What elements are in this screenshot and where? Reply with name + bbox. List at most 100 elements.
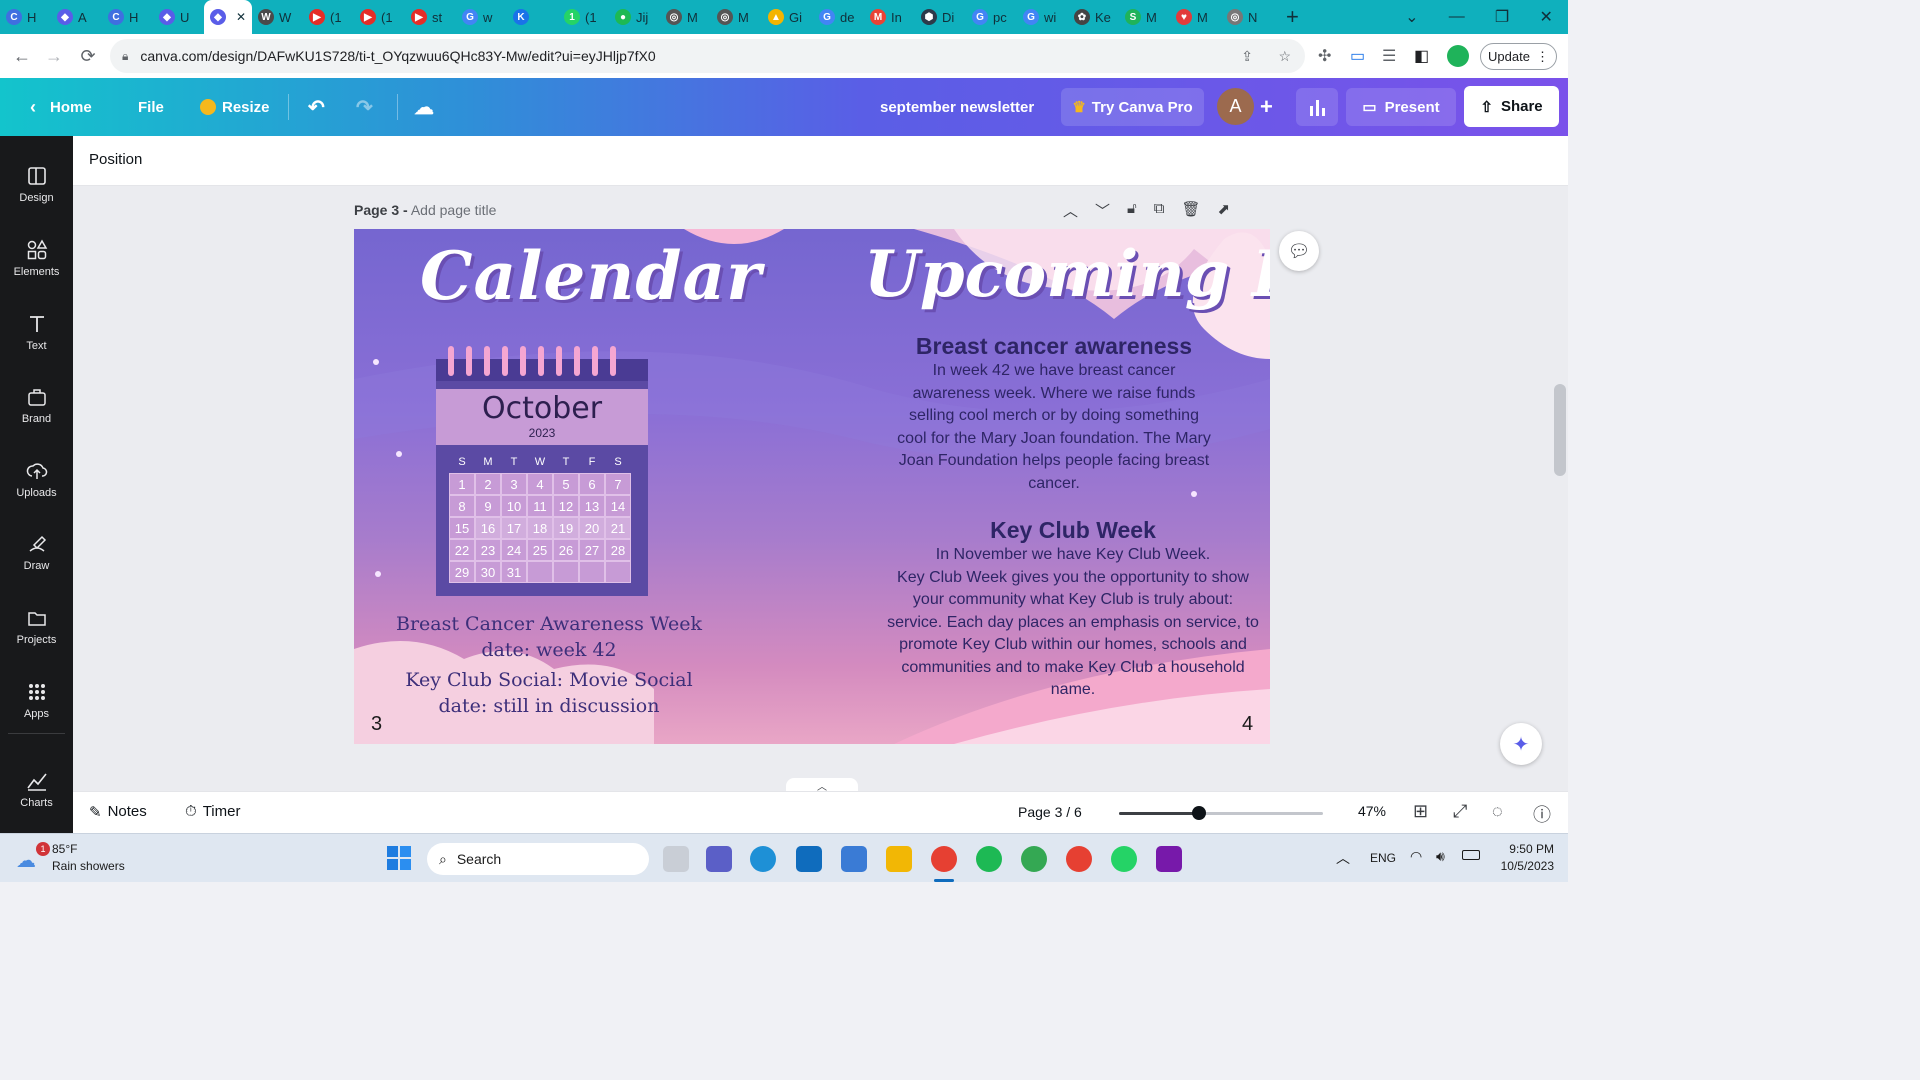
maximize-icon[interactable]: ❐ [1495,7,1509,27]
calendar-notes[interactable]: Breast Cancer Awareness Week date: week … [354,611,744,719]
tab-search-icon[interactable]: ⌄ [1405,7,1418,27]
browser-tab[interactable]: ◎ N [1221,0,1272,34]
calendar-heading[interactable]: Calendar [420,237,762,315]
store-icon[interactable] [841,846,867,872]
file-explorer-icon[interactable] [886,846,912,872]
event-breast-cancer[interactable]: Breast cancer awareness In week 42 we ha… [884,333,1224,495]
browser-tab[interactable]: ▲ Gi [762,0,813,34]
edge-icon[interactable] [750,846,776,872]
chrome-icon[interactable] [931,846,957,872]
rail-item-elements[interactable]: Elements [0,224,73,292]
new-tab-button[interactable]: + [1286,4,1299,30]
zoom-slider[interactable] [1119,806,1323,820]
fullscreen-icon[interactable]: ⤢ [1453,801,1467,822]
browser-tab[interactable]: M In [864,0,915,34]
cloud-saved-icon[interactable]: ☁ [414,78,434,136]
duplicate-page-icon[interactable]: ⧉ [1154,200,1165,221]
browser-tab[interactable]: Gpc [966,0,1017,34]
task-view-icon[interactable] [663,846,689,872]
browser-tab[interactable]: Gwi [1017,0,1068,34]
check-icon[interactable]: ◌ [1492,801,1503,822]
add-page-icon[interactable]: ⬈ [1218,200,1231,221]
timer-button[interactable]: ⏱︎ Timer [185,803,240,820]
clock-date[interactable]: 10/5/2023 [1486,859,1554,873]
rail-item-brand[interactable]: Brand [0,371,73,439]
battery-icon[interactable] [1462,850,1480,860]
browser-tab[interactable]: Gde [813,0,864,34]
chrome-profile-icon[interactable] [1021,846,1047,872]
browser-tab[interactable]: ▶ st [405,0,456,34]
wifi-icon[interactable]: ◠ [1410,848,1422,865]
browser-tab[interactable]: ◆ ✕ [204,0,252,34]
update-button[interactable]: Update ⋮ [1480,43,1557,70]
rail-item-uploads[interactable]: Uploads [0,445,73,513]
browser-tab[interactable]: K [507,0,558,34]
clock-time[interactable]: 9:50 PM [1490,842,1554,856]
back-icon[interactable]: ← [6,40,38,72]
spotify-icon[interactable] [976,846,1002,872]
resize-button[interactable]: Resize [200,78,270,136]
grid-view-icon[interactable]: ⊞ [1413,801,1428,822]
magic-assistant-icon[interactable]: ✦ [1500,723,1542,765]
reading-list-icon[interactable]: ☰ [1382,46,1396,66]
browser-tab[interactable]: SM [1119,0,1170,34]
undo-icon[interactable]: ↶ [308,78,325,136]
browser-tab[interactable]: ▶ (1 [354,0,405,34]
zoom-percent[interactable]: 47% [1347,803,1397,819]
upcoming-events-heading[interactable]: Upcoming Events [864,237,1270,312]
browser-tab[interactable]: ◆ A [51,0,102,34]
expand-pages-icon[interactable]: ︿ [786,778,858,791]
browser-tab[interactable]: ◎ M [711,0,762,34]
browser-tab[interactable]: CH [0,0,51,34]
teams-icon[interactable] [706,846,732,872]
forward-icon[interactable]: → [38,40,70,72]
help-icon[interactable]: ⓘ [1533,801,1551,827]
add-comment-icon[interactable]: 💬︎ [1279,231,1319,271]
add-collaborator-icon[interactable]: + [1260,78,1273,136]
url-bar[interactable]: 🔒︎ canva.com/design/DAFwKU1S728/ti-t_OYq… [110,39,1305,73]
browser-tab[interactable]: Gw [456,0,507,34]
calendar-graphic[interactable]: October 2023 SMTWTFS 1 2 3 4 5 6 7 8 9 10 11 12 13 14… [436,346,648,596]
position-button[interactable]: Position [89,151,142,168]
language-indicator[interactable]: ENG [1370,851,1396,865]
file-menu-button[interactable]: File [138,78,164,136]
windows-start-icon[interactable] [387,846,411,870]
event-key-club-week[interactable]: Key Club Week In November we have Key Cl… [884,517,1262,702]
redo-icon[interactable]: ↷ [356,78,373,136]
present-button[interactable]: ▭ Present [1346,88,1456,126]
browser-tab[interactable]: CH [102,0,153,34]
try-canva-pro-button[interactable]: ♛ Try Canva Pro [1061,88,1204,126]
move-page-up-icon[interactable]: ︿ [1063,200,1078,221]
share-page-icon[interactable]: ⇪ [1241,48,1253,65]
design-page[interactable]: Calendar Upcoming Events October 2023 SM… [354,229,1270,744]
reload-icon[interactable]: ⟳ [72,40,104,72]
close-window-icon[interactable]: ✕ [1539,7,1552,27]
browser-tab[interactable]: ◎ M [660,0,711,34]
page-title-input[interactable]: Add page title [411,202,497,218]
insights-icon[interactable] [1296,88,1338,126]
onenote-icon[interactable] [1156,846,1182,872]
close-tab-icon[interactable]: ✕ [236,10,246,24]
user-avatar[interactable]: A [1217,88,1254,125]
notes-button[interactable]: ✎ Notes [89,803,147,821]
chrome-profile-icon[interactable] [1066,846,1092,872]
volume-icon[interactable]: 🔊︎ [1436,848,1445,865]
zoom-slider-handle[interactable] [1191,806,1206,820]
rail-item-text[interactable]: Text [0,298,73,366]
extensions-icon[interactable]: ✣ [1318,46,1331,66]
share-button[interactable]: ⇧ Share [1464,86,1559,127]
rail-item-apps[interactable]: Apps [0,666,73,734]
browser-tab[interactable]: ◆ U [153,0,204,34]
home-button[interactable]: ‹ Home [30,78,92,136]
move-page-down-icon[interactable]: ﹀ [1095,200,1110,221]
browser-tab[interactable]: WW [252,0,303,34]
rail-item-charts[interactable]: Charts [0,755,73,823]
browser-tab[interactable]: ✿ Ke [1068,0,1119,34]
browser-tab[interactable]: 1 (1 [558,0,609,34]
rail-item-projects[interactable]: Projects [0,592,73,660]
weather-widget[interactable]: ☁ 1 85°F Rain showers [14,842,164,876]
lock-page-icon[interactable]: 🔓︎ [1127,200,1137,221]
cast-icon[interactable]: ▭ [1350,46,1365,66]
rail-item-design[interactable]: Design [0,150,73,218]
minimize-icon[interactable]: — [1449,8,1465,26]
